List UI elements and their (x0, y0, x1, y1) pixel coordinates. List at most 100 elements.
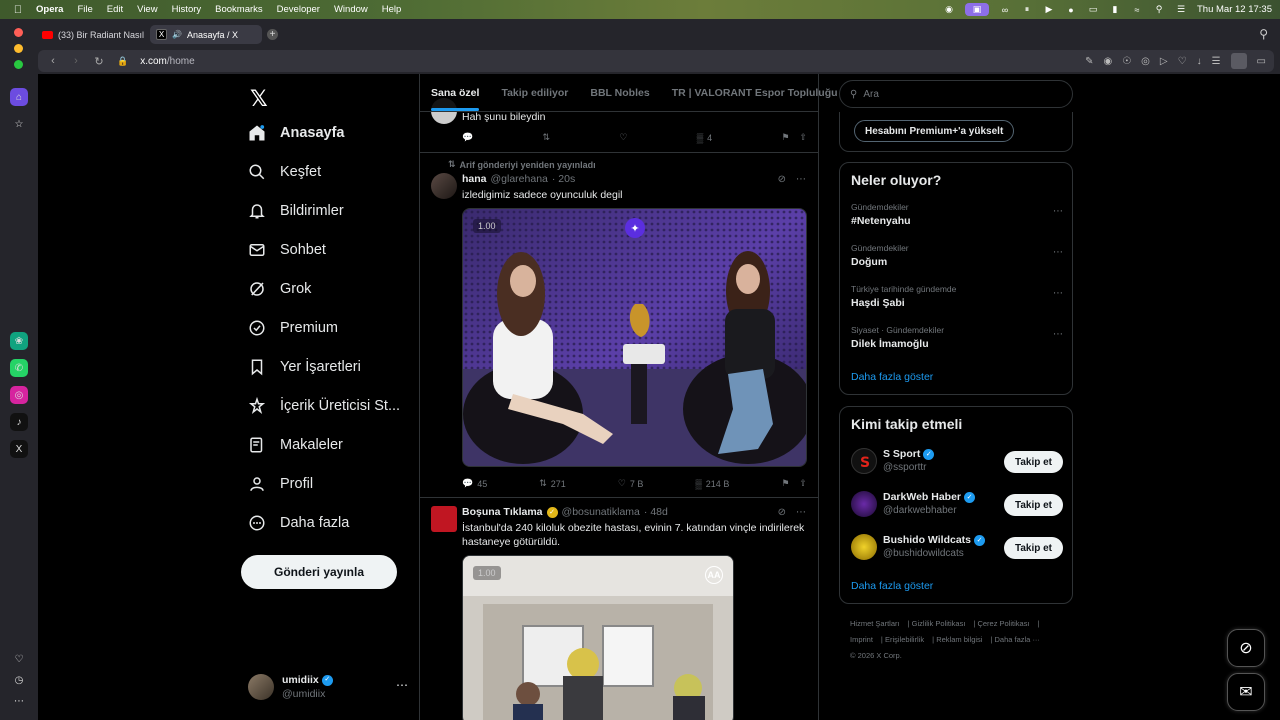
avatar[interactable] (851, 534, 877, 560)
speaker-icon[interactable]: 🔊 (172, 30, 182, 39)
wifi-icon[interactable]: ≈ (1131, 5, 1143, 15)
post-button[interactable]: Gönderi yayınla (241, 555, 397, 589)
tweet-time[interactable]: · 20s (552, 173, 575, 185)
like-button[interactable]: ♡ 7 B (618, 478, 644, 489)
footer-link-cookies[interactable]: Çerez Politikası (977, 619, 1029, 628)
heart-icon[interactable]: ♡ (1178, 56, 1187, 67)
tweet-video[interactable]: ✦ 1.00 (462, 208, 807, 467)
tab-following[interactable]: Takip ediliyor (501, 87, 568, 99)
grok-icon[interactable]: ⊘ (778, 507, 786, 518)
views-button[interactable]: ▒ 214 B (695, 479, 729, 489)
messages-floating-button[interactable]: ✉ (1227, 673, 1265, 711)
menubar-clock[interactable]: Thu Mar 12 17:35 (1197, 4, 1272, 15)
views-button[interactable]: ▒ 4 (697, 133, 712, 143)
more-options-icon[interactable]: ⋯ (796, 174, 806, 185)
x-sidebar-icon[interactable]: X (10, 440, 28, 458)
footer-link-privacy[interactable]: Gizlilik Politikası (912, 619, 966, 628)
reload-button[interactable]: ↻ (91, 55, 107, 68)
instagram-icon[interactable]: ◎ (10, 386, 28, 404)
history-icon[interactable]: ◷ (10, 671, 28, 689)
chatgpt-icon[interactable]: ❀ (10, 332, 28, 350)
extensions-icon[interactable]: ▭ (1257, 56, 1266, 67)
who-show-more-link[interactable]: Daha fazla göster (851, 580, 933, 592)
suggestion-name[interactable]: DarkWeb Haber (883, 491, 961, 503)
trend-item[interactable]: Gündemdekiler #Netenyahu ⋯ (851, 202, 1063, 227)
status-user-icon[interactable]: ● (1065, 5, 1077, 15)
menu-history[interactable]: History (172, 4, 202, 15)
more-options-icon[interactable]: ⋯ (1053, 329, 1063, 340)
menu-bookmarks[interactable]: Bookmarks (215, 4, 263, 15)
tweet-time[interactable]: · 48d (644, 506, 668, 518)
nav-premium[interactable]: Premium (248, 311, 338, 345)
menu-developer[interactable]: Developer (277, 4, 320, 15)
follow-suggestion[interactable]: S S Sport ✓ @ssporttr Takip et (851, 448, 1063, 478)
avatar[interactable] (851, 491, 877, 517)
reply-button[interactable]: 💬 (462, 132, 473, 143)
status-app-icon[interactable]: ◉ (943, 4, 955, 15)
avatar[interactable]: S (851, 448, 877, 474)
forward-button[interactable]: › (68, 55, 84, 67)
suggestion-handle[interactable]: @darkwebhaber (883, 505, 957, 516)
url-field[interactable]: x.com/home (140, 56, 194, 67)
apple-menu-icon[interactable]:  (0, 4, 36, 16)
menu-window[interactable]: Window (334, 4, 368, 15)
tab-bbl-nobles[interactable]: BBL Nobles (590, 87, 649, 99)
new-tab-button[interactable]: + (267, 29, 278, 40)
trend-item[interactable]: Gündemdekiler Doğum ⋯ (851, 243, 1063, 268)
avatar[interactable] (431, 173, 457, 199)
repost-label[interactable]: Arif gönderiyi yeniden yayınladı (460, 160, 596, 170)
battery-icon[interactable]: ▮ (1109, 4, 1121, 15)
repost-button[interactable]: ⇅ 271 (539, 478, 566, 489)
suggestion-handle[interactable]: @ssporttr (883, 462, 927, 473)
follow-button[interactable]: Takip et (1003, 537, 1063, 559)
nav-explore[interactable]: Keşfet (248, 155, 321, 189)
share-icon[interactable]: ⇧ (799, 132, 807, 143)
zoom-window-button[interactable] (14, 60, 23, 69)
menu-icon[interactable]: ☰ (1212, 56, 1221, 67)
status-window-icon[interactable]: ▭ (1087, 4, 1099, 15)
trends-show-more-link[interactable]: Daha fazla göster (851, 371, 933, 383)
status-pause-icon[interactable]: ⏸ (1021, 4, 1033, 15)
follow-button[interactable]: Takip et (1003, 494, 1063, 516)
footer-link-accessibility[interactable]: Erişilebilirlik (885, 635, 924, 644)
browser-tab-x[interactable]: X 🔊 Anasayfa / X (150, 25, 262, 44)
nav-more[interactable]: Daha fazla (248, 506, 349, 540)
grok-floating-button[interactable]: ⊘ (1227, 629, 1265, 667)
tab-valorant-community[interactable]: TR | VALORANT Espor Topluluğu (672, 87, 838, 99)
close-window-button[interactable] (14, 28, 23, 37)
nav-profile[interactable]: Profil (248, 467, 313, 501)
lock-icon[interactable]: 🔒 (117, 56, 128, 67)
menu-edit[interactable]: Edit (107, 4, 123, 15)
minimize-window-button[interactable] (14, 44, 23, 53)
nav-grok[interactable]: Grok (248, 272, 311, 306)
menu-file[interactable]: File (77, 4, 92, 15)
x-logo-icon[interactable]: 𝕏 (250, 86, 268, 112)
nav-notifications[interactable]: Bildirimler (248, 194, 344, 228)
footer-link-ads-info[interactable]: Reklam bilgisi (936, 635, 982, 644)
trend-item[interactable]: Siyaset · Gündemdekiler Dilek İmamoğlu ⋯ (851, 325, 1063, 350)
tweet-video[interactable]: 1.00 AA (462, 555, 734, 720)
bookmark-icon[interactable]: ⚑ (781, 132, 789, 143)
more-options-icon[interactable]: ⋯ (1053, 206, 1063, 217)
follow-suggestion[interactable]: DarkWeb Haber ✓ @darkwebhaber Takip et (851, 491, 1063, 521)
author-handle[interactable]: @bosunatiklama (562, 506, 640, 518)
reply-button[interactable]: 💬 45 (462, 478, 487, 489)
more-options-icon[interactable]: ⋯ (1053, 247, 1063, 258)
tweet[interactable]: ⇅ Arif gönderiyi yeniden yayınladı hana … (420, 153, 818, 498)
author-handle[interactable]: @glarehana (491, 173, 548, 185)
more-options-icon[interactable]: ⋯ (1053, 288, 1063, 299)
menu-app-name[interactable]: Opera (36, 4, 63, 15)
avatar[interactable] (431, 506, 457, 532)
star-icon[interactable]: ☆ (10, 115, 28, 133)
search-input[interactable]: ⚲ Ara (839, 80, 1073, 108)
status-link-icon[interactable]: ∞ (999, 5, 1011, 15)
edit-icon[interactable]: ✎ (1085, 56, 1093, 67)
suggestion-name[interactable]: S Sport (883, 448, 920, 460)
share-icon[interactable]: ⇧ (799, 478, 807, 489)
camera-icon[interactable]: ◉ (1103, 56, 1112, 67)
home-icon[interactable]: ⌂ (10, 88, 28, 106)
nav-creator-studio[interactable]: İçerik Üreticisi St... (248, 389, 400, 423)
follow-suggestion[interactable]: Bushido Wildcats ✓ @bushidowildcats Takip… (851, 534, 1063, 564)
nav-bookmarks[interactable]: Yer İşaretleri (248, 350, 361, 384)
more-options-icon[interactable]: ⋯ (796, 507, 806, 518)
